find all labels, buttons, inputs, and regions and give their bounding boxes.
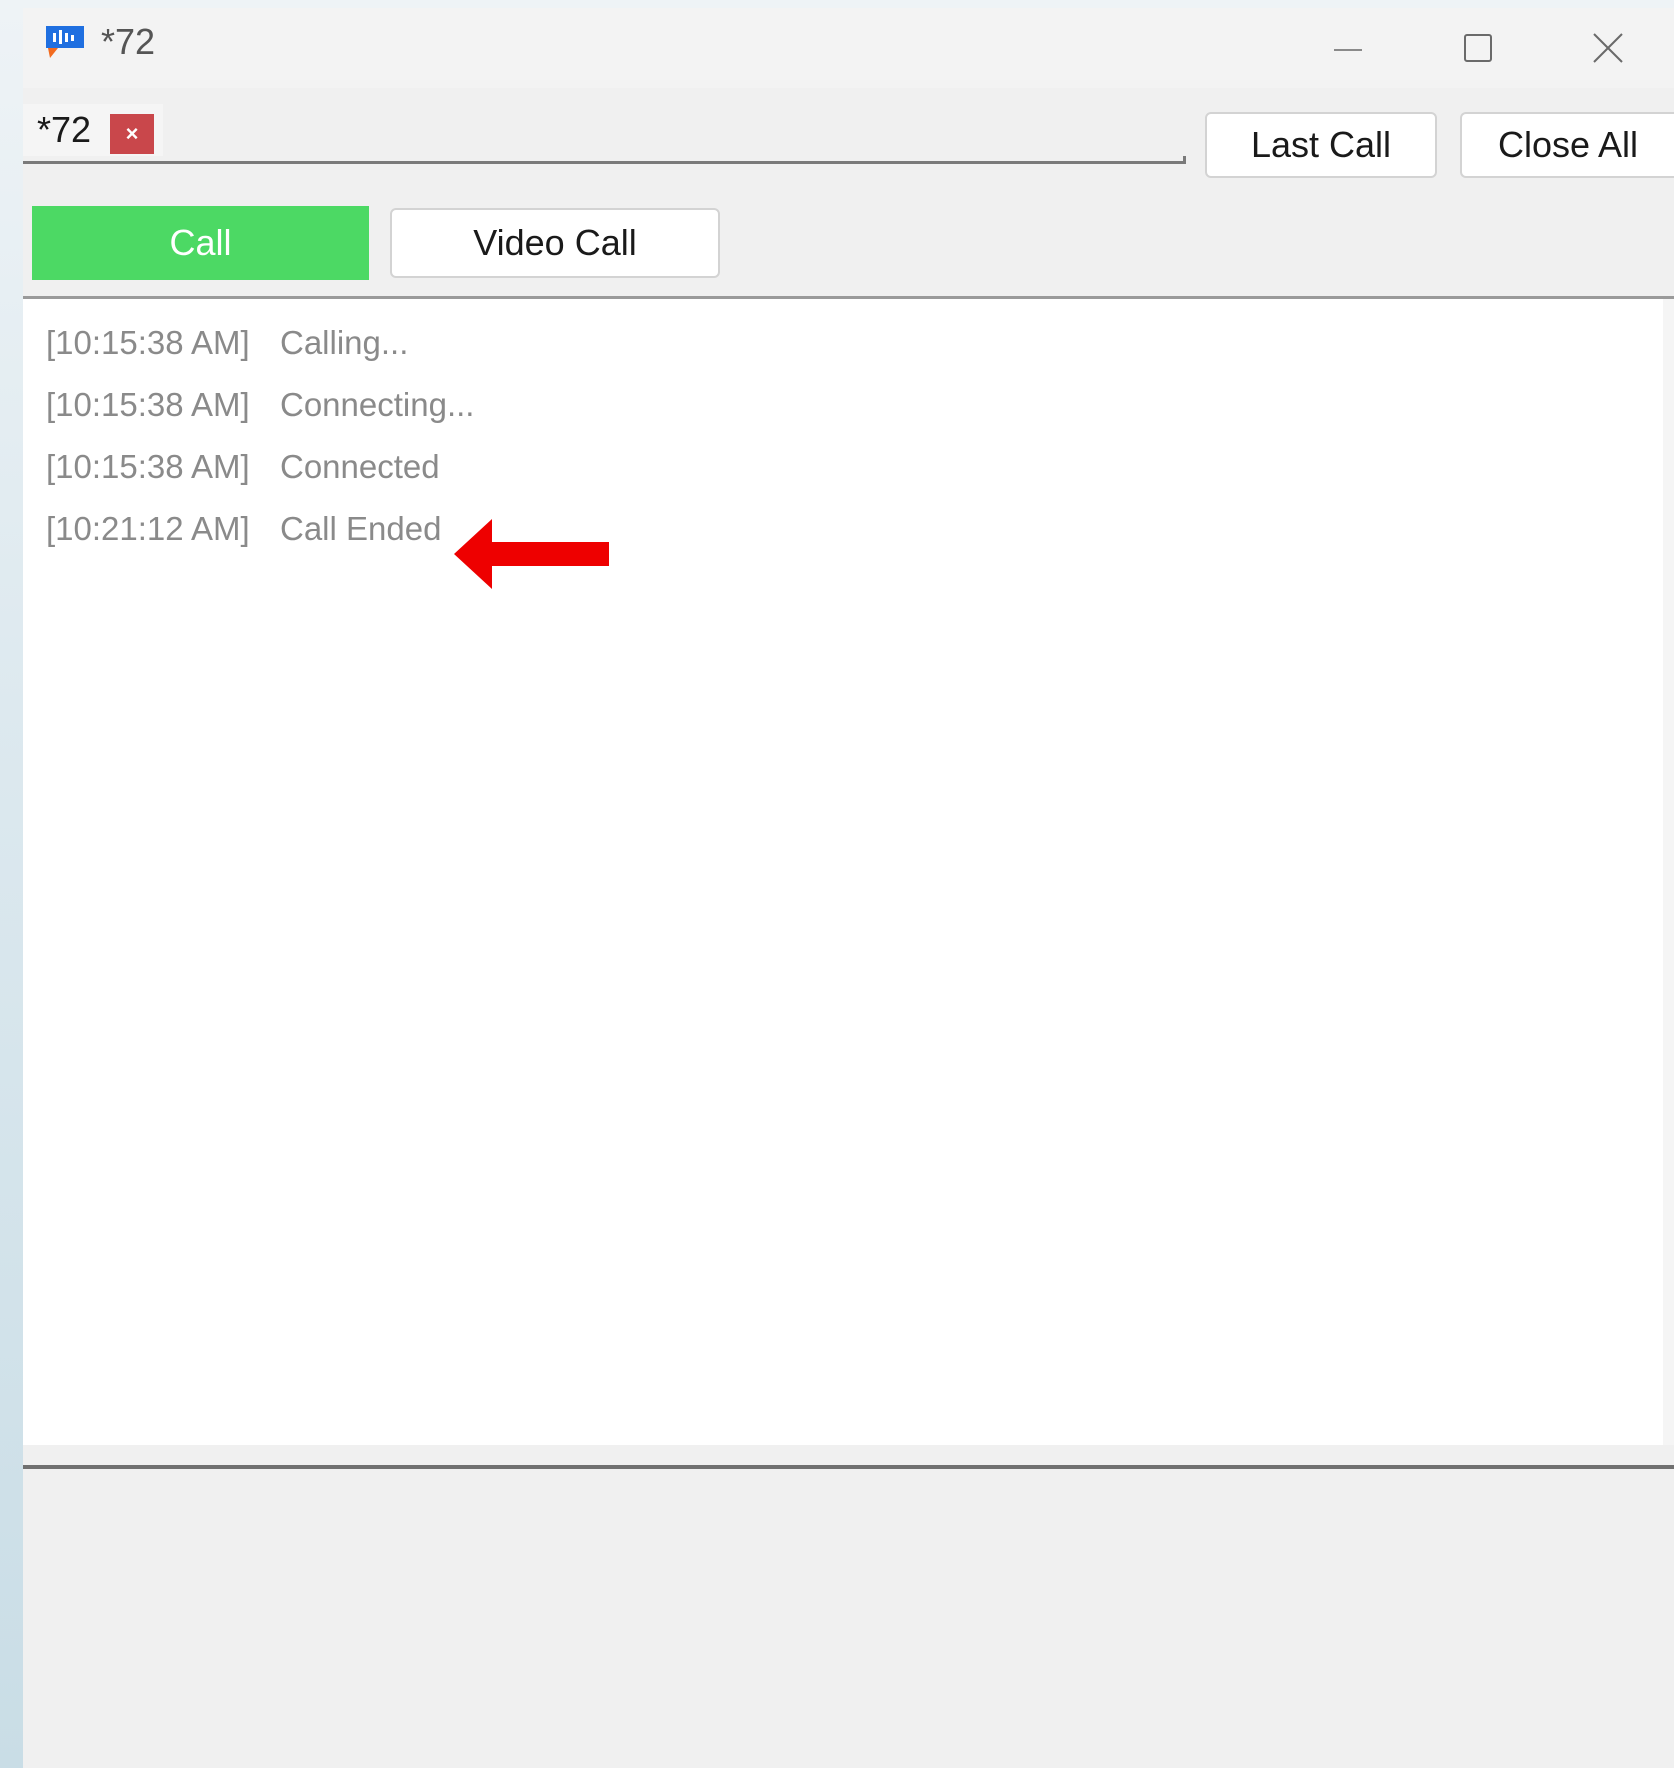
call-button[interactable]: Call <box>32 206 369 280</box>
log-message: Connecting... <box>280 386 475 423</box>
maximize-icon <box>1464 34 1492 62</box>
close-icon <box>1593 33 1623 63</box>
close-all-button[interactable]: Close All <box>1460 112 1674 178</box>
log-message: Call Ended <box>280 510 442 547</box>
log-message: Connected <box>280 448 440 485</box>
log-entry: [10:15:38 AM] Connected <box>46 447 440 487</box>
log-message: Calling... <box>280 324 409 361</box>
log-time: [10:15:38 AM] <box>46 386 250 423</box>
maximize-button[interactable] <box>1423 8 1533 88</box>
log-time: [10:21:12 AM] <box>46 510 250 547</box>
close-window-button[interactable] <box>1553 8 1663 88</box>
title-bar[interactable]: *72 <box>23 8 1674 88</box>
tab-72[interactable]: *72 × <box>23 104 163 156</box>
tab-close-icon[interactable]: × <box>110 114 154 154</box>
video-call-button[interactable]: Video Call <box>390 208 720 278</box>
log-entry: [10:15:38 AM] Calling... <box>46 323 408 363</box>
call-log: [10:15:38 AM] Calling... [10:15:38 AM] Con… <box>23 299 1663 1445</box>
splitter[interactable] <box>23 1445 1674 1469</box>
last-call-button[interactable]: Last Call <box>1205 112 1437 178</box>
tab-underline-tick <box>1183 156 1186 164</box>
arrow-left-icon <box>454 519 609 589</box>
app-logo-icon <box>44 24 86 60</box>
log-time: [10:15:38 AM] <box>46 324 250 361</box>
window-title: *72 <box>101 21 156 62</box>
message-input[interactable] <box>23 1469 1674 1768</box>
log-time: [10:15:38 AM] <box>46 448 250 485</box>
minimize-button[interactable] <box>1293 8 1403 88</box>
call-window: *72 *72 × Last Call Close All Call Video… <box>23 8 1674 1768</box>
log-entry: [10:21:12 AM] Call Ended <box>46 509 441 549</box>
tab-label: *72 <box>37 109 92 150</box>
tab-underline <box>23 161 1185 164</box>
log-scrollbar[interactable] <box>1663 299 1674 1445</box>
minimize-icon <box>1334 49 1362 51</box>
call-actions: Call Video Call <box>23 186 1674 299</box>
log-entry: [10:15:38 AM] Connecting... <box>46 385 474 425</box>
tab-bar: *72 × Last Call Close All <box>23 88 1674 186</box>
